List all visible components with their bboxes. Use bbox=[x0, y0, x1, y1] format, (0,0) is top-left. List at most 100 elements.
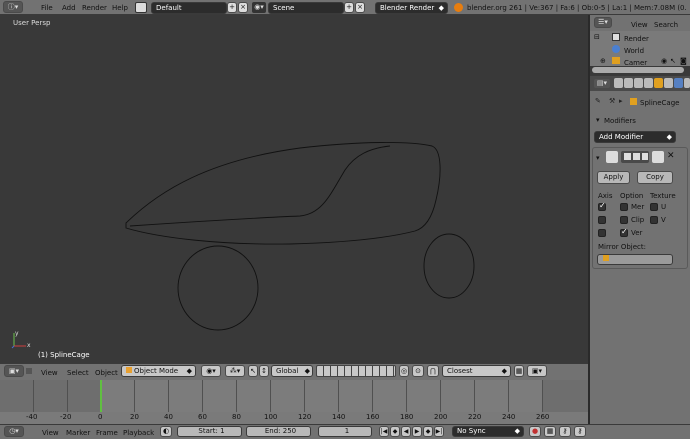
viewport-menu-select[interactable]: Select bbox=[67, 368, 89, 378]
apply-button[interactable]: Apply bbox=[597, 171, 630, 184]
delete-keyframe-button[interactable]: ⚷ bbox=[574, 426, 586, 437]
expand-toggle-icon[interactable]: ⊕ bbox=[600, 57, 606, 65]
auto-keyframe-button[interactable]: ● bbox=[529, 426, 541, 437]
modifier-show-render-icon[interactable] bbox=[624, 153, 631, 160]
scene-field[interactable]: Scene bbox=[268, 2, 344, 14]
scene-context-icon[interactable] bbox=[634, 78, 643, 88]
expand-toggle-icon[interactable]: ⊟ bbox=[594, 33, 600, 41]
viewport-menu-object[interactable]: Object bbox=[95, 368, 118, 378]
vertex-group-checkbox[interactable]: ✓ bbox=[620, 227, 628, 237]
menu-file[interactable]: File bbox=[41, 3, 53, 13]
current-frame-field[interactable]: 1 bbox=[318, 426, 372, 437]
render-engine-select[interactable]: Blender Render ◆ bbox=[375, 2, 448, 14]
scene-add-button[interactable]: + bbox=[344, 2, 354, 13]
manipulator-toggle-button[interactable]: ↖ bbox=[248, 365, 258, 377]
clip-checkbox[interactable] bbox=[620, 216, 628, 224]
pivot-point-button[interactable]: ⁂▾ bbox=[225, 365, 245, 377]
timeline-editor-type-button[interactable]: ◷▾ bbox=[4, 426, 24, 437]
texture-v-checkbox[interactable] bbox=[650, 216, 658, 224]
lock-camera-button[interactable]: ◎ bbox=[399, 365, 409, 377]
render-preview-button[interactable]: ▦ bbox=[514, 365, 524, 377]
jump-keyframe-forward-button[interactable]: ◆ bbox=[423, 426, 433, 437]
keying-set-button[interactable]: ▦ bbox=[544, 426, 556, 437]
merge-checkbox[interactable] bbox=[620, 203, 628, 211]
axis-x-checkbox[interactable]: ✓ bbox=[598, 201, 606, 211]
modifiers-context-icon[interactable] bbox=[674, 78, 683, 88]
collapse-arrow-icon[interactable]: ▾ bbox=[596, 153, 600, 163]
editor-type-button[interactable]: ⓘ▾ bbox=[3, 1, 23, 13]
jump-end-button[interactable]: ▶| bbox=[434, 426, 444, 437]
menu-help[interactable]: Help bbox=[112, 3, 128, 13]
axis-column-label: Axis bbox=[598, 192, 613, 200]
screen-add-button[interactable]: + bbox=[227, 2, 237, 13]
add-modifier-select[interactable]: Add Modifier ◆ bbox=[594, 131, 676, 143]
outliner-editor-type-button[interactable]: ☰▾ bbox=[594, 17, 612, 28]
data-context-icon[interactable] bbox=[684, 78, 690, 88]
properties-editor-type-button[interactable]: ▤▾ bbox=[593, 78, 611, 89]
timeline-menu-marker[interactable]: Marker bbox=[66, 428, 90, 438]
axis-z-checkbox[interactable] bbox=[598, 229, 606, 237]
outliner-menu-search[interactable]: Search bbox=[654, 20, 678, 30]
manipulator-mode-button[interactable]: ↕ bbox=[259, 365, 269, 377]
transform-orientation-select[interactable]: Global ◆ bbox=[271, 365, 313, 377]
jump-keyframe-back-button[interactable]: ◆ bbox=[390, 426, 400, 437]
texture-u-checkbox[interactable] bbox=[650, 203, 658, 211]
status-stats: blender.org 261 | Ve:367 | Fa:6 | Ob:0-5… bbox=[467, 4, 687, 12]
modifiers-panel-title: Modifiers bbox=[604, 117, 636, 125]
world-context-icon[interactable] bbox=[644, 78, 653, 88]
render-camera-icon[interactable]: ◙ bbox=[680, 57, 687, 65]
modifier-on-cage-icon[interactable] bbox=[652, 151, 664, 163]
vertex-group-label: Ver bbox=[631, 229, 643, 237]
layers-context-icon[interactable] bbox=[624, 78, 633, 88]
axis-y-checkbox[interactable] bbox=[598, 216, 606, 224]
render-context-icon[interactable] bbox=[614, 78, 623, 88]
play-button[interactable]: ▶ bbox=[412, 426, 422, 437]
collapse-arrow-icon[interactable]: ▾ bbox=[596, 115, 600, 125]
selectable-arrow-icon[interactable]: ↖ bbox=[670, 57, 676, 65]
current-frame-indicator[interactable] bbox=[100, 380, 102, 412]
snap-element-select[interactable]: Closest ◆ bbox=[442, 365, 511, 377]
proportional-edit-button[interactable]: ⊙ bbox=[412, 365, 424, 377]
sync-mode-select[interactable]: No Sync ◆ bbox=[452, 426, 524, 437]
timeline-menu-frame[interactable]: Frame bbox=[96, 428, 118, 438]
header-collapse-icon[interactable] bbox=[26, 368, 32, 374]
timeline-menu-playback[interactable]: Playback bbox=[123, 428, 154, 438]
pin-icon[interactable]: ✎ bbox=[595, 97, 601, 105]
start-frame-field[interactable]: Start: 1 bbox=[177, 426, 242, 437]
scene-icon[interactable]: ◉▾ bbox=[252, 2, 266, 13]
outliner-item-render[interactable]: Render bbox=[624, 34, 649, 44]
copy-button[interactable]: Copy bbox=[637, 171, 673, 184]
menu-add[interactable]: Add bbox=[62, 3, 76, 13]
tick-label: 20 bbox=[130, 413, 139, 421]
close-icon[interactable]: ✕ bbox=[667, 151, 675, 161]
modifier-show-viewport-icon[interactable] bbox=[633, 153, 640, 160]
constraints-context-icon[interactable] bbox=[664, 78, 673, 88]
tick-label: 180 bbox=[400, 413, 414, 421]
outliner-menu-view[interactable]: View bbox=[631, 20, 648, 30]
mirror-object-field[interactable] bbox=[597, 254, 673, 265]
end-frame-field[interactable]: End: 250 bbox=[246, 426, 311, 437]
insert-keyframe-button[interactable]: ⚷ bbox=[559, 426, 571, 437]
modifier-show-editmode-icon[interactable] bbox=[642, 153, 648, 160]
object-mode-select[interactable]: Object Mode ◆ bbox=[121, 365, 196, 377]
object-context-icon[interactable] bbox=[654, 78, 663, 88]
snap-toggle-button[interactable]: ⋂ bbox=[427, 365, 439, 377]
checkmark-icon: ✓ bbox=[621, 227, 628, 236]
outliner-scrollbar[interactable] bbox=[592, 67, 684, 73]
render-still-button[interactable]: ▣▾ bbox=[527, 365, 547, 377]
screen-layout-field[interactable]: Default bbox=[151, 2, 227, 14]
visibility-eye-icon[interactable]: ◉ bbox=[661, 57, 667, 65]
timeline-menu-view[interactable]: View bbox=[42, 428, 59, 438]
viewport-editor-type-button[interactable]: ▣▾ bbox=[4, 365, 24, 377]
menu-render[interactable]: Render bbox=[82, 3, 107, 13]
outliner-item-world[interactable]: World bbox=[624, 46, 644, 56]
scene-remove-button[interactable]: × bbox=[355, 2, 365, 13]
jump-start-button[interactable]: |◀ bbox=[379, 426, 389, 437]
viewport-shading-button[interactable]: ◉▾ bbox=[201, 365, 221, 377]
viewport-menu-view[interactable]: View bbox=[41, 368, 58, 378]
screen-remove-button[interactable]: × bbox=[238, 2, 248, 13]
layer-buttons[interactable] bbox=[316, 365, 396, 377]
screen-layout-icon[interactable] bbox=[135, 2, 147, 13]
preview-range-button[interactable]: ◐ bbox=[160, 426, 172, 437]
play-reverse-button[interactable]: ◀ bbox=[401, 426, 411, 437]
